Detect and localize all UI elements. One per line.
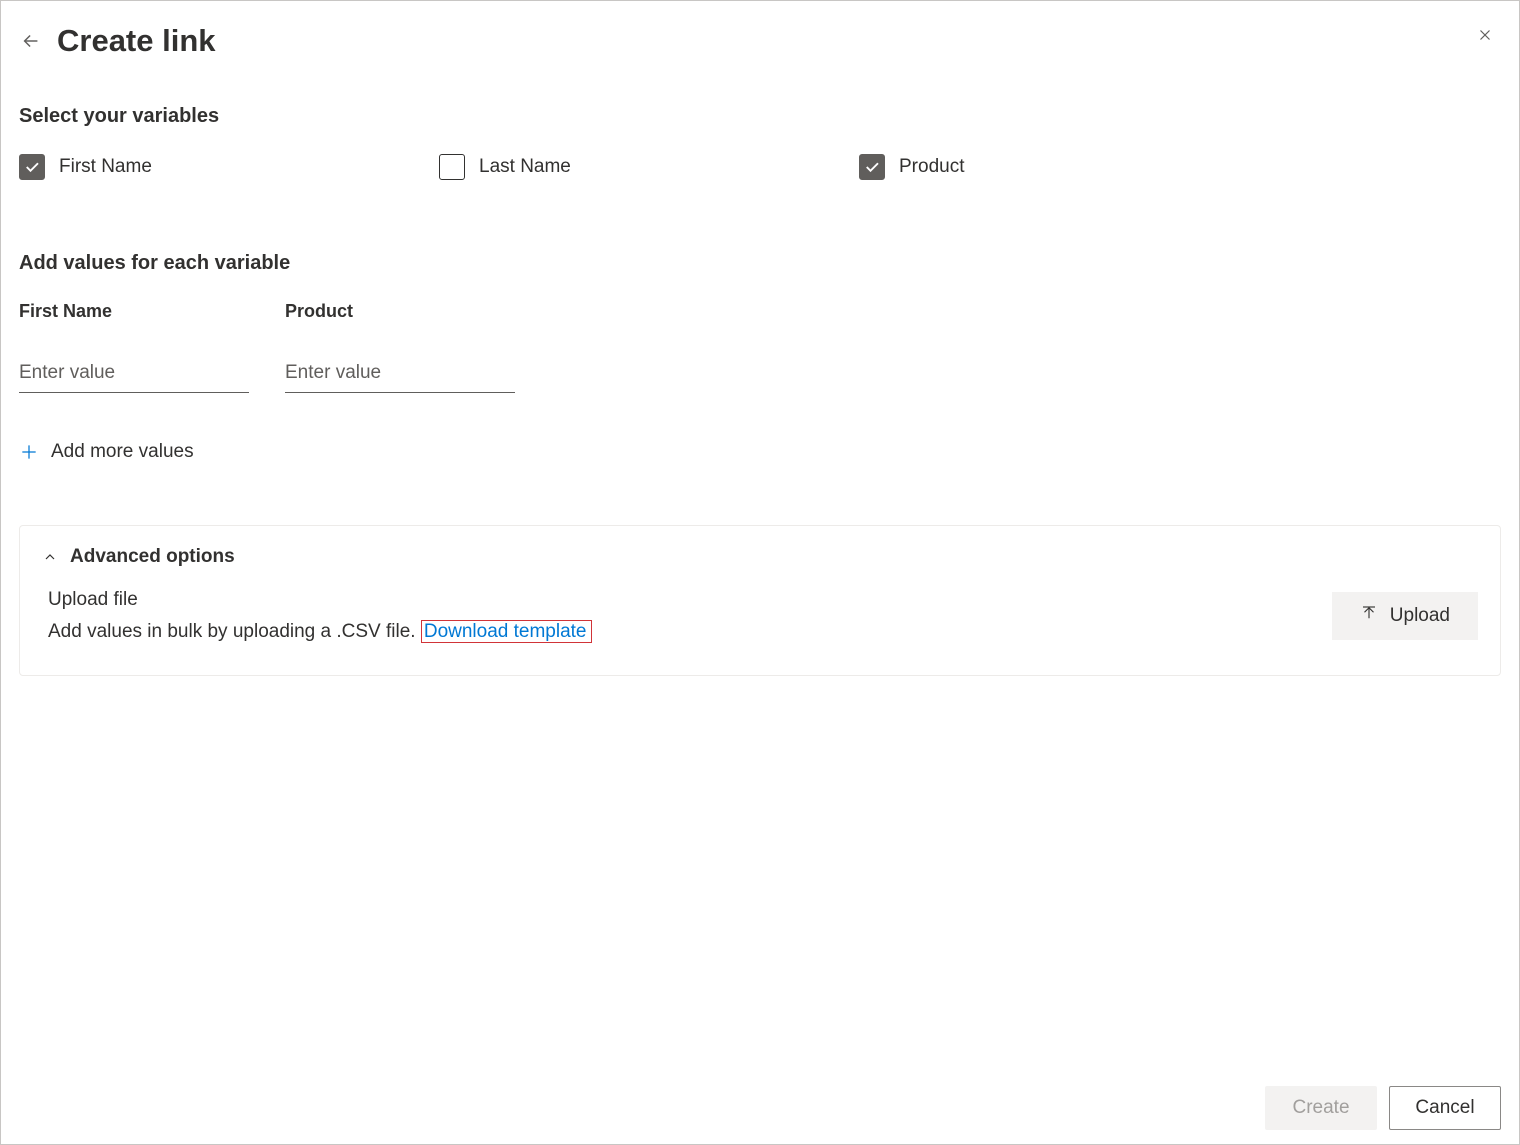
value-fields-row: First Name Product [19, 301, 1501, 393]
product-input[interactable] [285, 358, 515, 393]
checkbox-label: Product [899, 156, 964, 178]
upload-button-label: Upload [1390, 605, 1450, 627]
checkbox-product[interactable]: Product [859, 154, 1279, 180]
page-title: Create link [57, 23, 216, 59]
checkbox-input[interactable] [439, 154, 465, 180]
cancel-button[interactable]: Cancel [1389, 1086, 1501, 1130]
checkbox-first-name[interactable]: First Name [19, 154, 439, 180]
download-template-link[interactable]: Download template [421, 620, 592, 643]
select-variables-heading: Select your variables [19, 105, 1501, 128]
advanced-options-card: Advanced options Upload file Add values … [19, 525, 1501, 676]
chevron-up-icon [42, 549, 58, 565]
create-button[interactable]: Create [1265, 1086, 1377, 1130]
upload-arrow-icon [1360, 604, 1378, 628]
add-more-values-button[interactable]: Add more values [19, 441, 1501, 463]
upload-button[interactable]: Upload [1332, 592, 1478, 640]
checkbox-last-name[interactable]: Last Name [439, 154, 859, 180]
field-label: First Name [19, 301, 249, 322]
upload-info: Upload file Add values in bulk by upload… [48, 584, 592, 649]
checkbox-label: Last Name [479, 156, 571, 178]
checkbox-input[interactable] [19, 154, 45, 180]
checkbox-label: First Name [59, 156, 152, 178]
first-name-input[interactable] [19, 358, 249, 393]
add-more-label: Add more values [51, 441, 194, 463]
footer-actions: Create Cancel [1265, 1086, 1501, 1130]
add-values-heading: Add values for each variable [19, 252, 1501, 275]
first-name-field: First Name [19, 301, 249, 393]
advanced-options-toggle[interactable]: Advanced options [42, 546, 1478, 568]
product-field: Product [285, 301, 515, 393]
checkbox-input[interactable] [859, 154, 885, 180]
upload-file-label: Upload file [48, 584, 592, 616]
back-arrow-icon[interactable] [19, 29, 43, 53]
plus-icon [19, 442, 39, 462]
close-icon[interactable] [1473, 23, 1497, 47]
advanced-options-title: Advanced options [70, 546, 235, 568]
field-label: Product [285, 301, 515, 322]
variables-checkbox-row: First Name Last Name Product [19, 154, 1501, 180]
upload-description: Add values in bulk by uploading a .CSV f… [48, 621, 421, 642]
